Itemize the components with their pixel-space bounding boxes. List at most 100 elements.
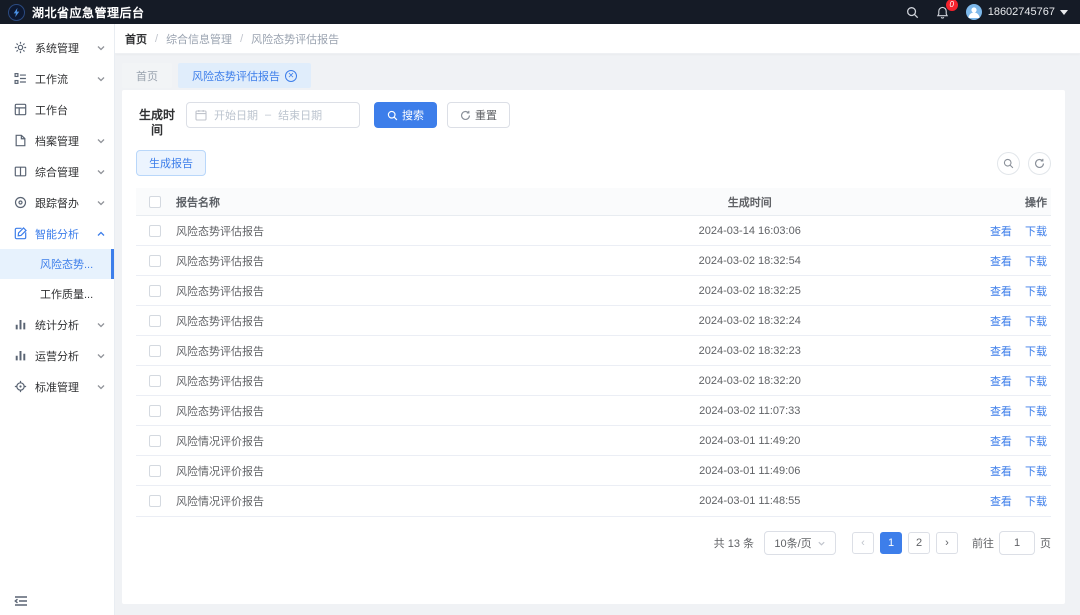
page-button-1[interactable]: 1 [880,532,902,554]
row-checkbox[interactable] [149,435,161,447]
sidebar-item-intelligent-analysis[interactable]: 智能分析 [0,218,114,249]
view-link[interactable]: 查看 [990,376,1012,388]
download-link[interactable]: 下载 [1025,436,1047,448]
download-link[interactable]: 下载 [1025,406,1047,418]
row-checkbox[interactable] [149,255,161,267]
bar-chart-icon [14,318,27,331]
prev-page-button[interactable]: ‹ [852,532,874,554]
sidebar-item-label: 跟踪督办 [35,195,96,211]
refresh-icon [460,110,471,121]
breadcrumb-section[interactable]: 综合信息管理 [166,31,232,47]
close-tab-icon[interactable]: ✕ [285,70,297,82]
row-checkbox[interactable] [149,315,161,327]
search-button[interactable]: 搜索 [374,102,437,128]
chevron-down-icon [817,539,826,548]
sidebar-item-label: 系统管理 [35,40,96,56]
chevron-down-icon [96,198,106,208]
download-link[interactable]: 下载 [1025,346,1047,358]
user-phone[interactable]: 18602745767 [988,6,1055,18]
view-link[interactable]: 查看 [990,466,1012,478]
view-link[interactable]: 查看 [990,316,1012,328]
table-row: 风险情况评价报告 2024-03-01 11:49:20 查看 下载 [136,426,1051,456]
column-header-time: 生成时间 [559,194,942,210]
chevron-up-icon [96,229,106,239]
report-name: 风险态势评估报告 [174,253,559,269]
sidebar: 系统管理 工作流 工作台 档案管理 综合管理 跟踪督办 [0,24,115,615]
table-row: 风险态势评估报告 2024-03-02 11:07:33 查看 下载 [136,396,1051,426]
sidebar-item-standards-management[interactable]: 标准管理 [0,371,114,402]
sidebar-item-operations-analysis[interactable]: 运营分析 [0,340,114,371]
view-link[interactable]: 查看 [990,346,1012,358]
content-panel: 生成时间 开始日期 – 结束日期 搜索 重置 生成报告 [122,90,1065,604]
chevron-down-icon [96,320,106,330]
sidebar-item-archives-management[interactable]: 档案管理 [0,125,114,156]
view-link[interactable]: 查看 [990,496,1012,508]
generate-report-button[interactable]: 生成报告 [136,150,206,176]
goto-page-input[interactable] [999,531,1035,555]
avatar[interactable] [966,4,982,20]
table-row: 风险态势评估报告 2024-03-02 18:32:54 查看 下载 [136,246,1051,276]
refresh-icon[interactable] [1028,152,1051,175]
bar-chart-icon [14,349,27,362]
view-link[interactable]: 查看 [990,286,1012,298]
edit-icon [14,227,27,240]
report-name: 风险态势评估报告 [174,373,559,389]
download-link[interactable]: 下载 [1025,316,1047,328]
sidebar-subitem-work-quality[interactable]: 工作质量... [0,279,114,309]
date-range-input[interactable]: 开始日期 – 结束日期 [186,102,360,128]
download-link[interactable]: 下载 [1025,376,1047,388]
caret-down-icon[interactable] [1060,10,1068,15]
row-checkbox[interactable] [149,375,161,387]
tab-home[interactable]: 首页 [122,63,172,88]
tab-bar: 首页 风险态势评估报告 ✕ [115,54,1080,88]
sidebar-item-statistics-analysis[interactable]: 统计分析 [0,309,114,340]
row-checkbox[interactable] [149,465,161,477]
row-checkbox[interactable] [149,285,161,297]
download-link[interactable]: 下载 [1025,496,1047,508]
view-link[interactable]: 查看 [990,256,1012,268]
select-all-checkbox[interactable] [149,196,161,208]
bell-icon[interactable]: 0 [932,1,954,23]
report-name: 风险态势评估报告 [174,313,559,329]
sidebar-item-label: 标准管理 [35,379,96,395]
sidebar-item-general-management[interactable]: 综合管理 [0,156,114,187]
view-link[interactable]: 查看 [990,406,1012,418]
download-link[interactable]: 下载 [1025,256,1047,268]
table-row: 风险态势评估报告 2024-03-02 18:32:23 查看 下载 [136,336,1051,366]
chevron-down-icon [96,43,106,53]
next-page-button[interactable]: › [936,532,958,554]
page-button-2[interactable]: 2 [908,532,930,554]
search-icon[interactable] [902,1,924,23]
goto-label: 前往 [972,535,994,551]
tab-risk-report[interactable]: 风险态势评估报告 ✕ [178,63,311,88]
row-checkbox[interactable] [149,495,161,507]
breadcrumb-home[interactable]: 首页 [125,31,147,47]
reset-button[interactable]: 重置 [447,102,510,128]
zoom-icon[interactable] [997,152,1020,175]
download-link[interactable]: 下载 [1025,226,1047,238]
download-link[interactable]: 下载 [1025,466,1047,478]
app-logo-lightning-icon [8,4,25,21]
pagination-total: 共 13 条 [714,535,754,551]
sidebar-item-system-management[interactable]: 系统管理 [0,32,114,63]
sidebar-item-tracking-supervision[interactable]: 跟踪督办 [0,187,114,218]
page-size-select[interactable]: 10条/页 [764,531,836,555]
search-icon [387,110,398,121]
view-link[interactable]: 查看 [990,226,1012,238]
row-checkbox[interactable] [149,405,161,417]
workbench-icon [14,103,27,116]
collapse-sidebar-icon[interactable] [14,595,28,607]
view-link[interactable]: 查看 [990,436,1012,448]
row-checkbox[interactable] [149,345,161,357]
sidebar-menu: 系统管理 工作流 工作台 档案管理 综合管理 跟踪督办 [0,24,114,402]
breadcrumb: 首页 / 综合信息管理 / 风险态势评估报告 [115,24,1080,54]
row-checkbox[interactable] [149,225,161,237]
sidebar-item-label: 档案管理 [35,133,96,149]
report-time: 2024-03-02 18:32:24 [559,315,942,327]
report-time: 2024-03-02 18:32:54 [559,255,942,267]
download-link[interactable]: 下载 [1025,286,1047,298]
sidebar-item-workbench[interactable]: 工作台 [0,94,114,125]
sidebar-item-workflow[interactable]: 工作流 [0,63,114,94]
sidebar-subitem-risk-situation[interactable]: 风险态势... [0,249,114,279]
report-name: 风险态势评估报告 [174,343,559,359]
